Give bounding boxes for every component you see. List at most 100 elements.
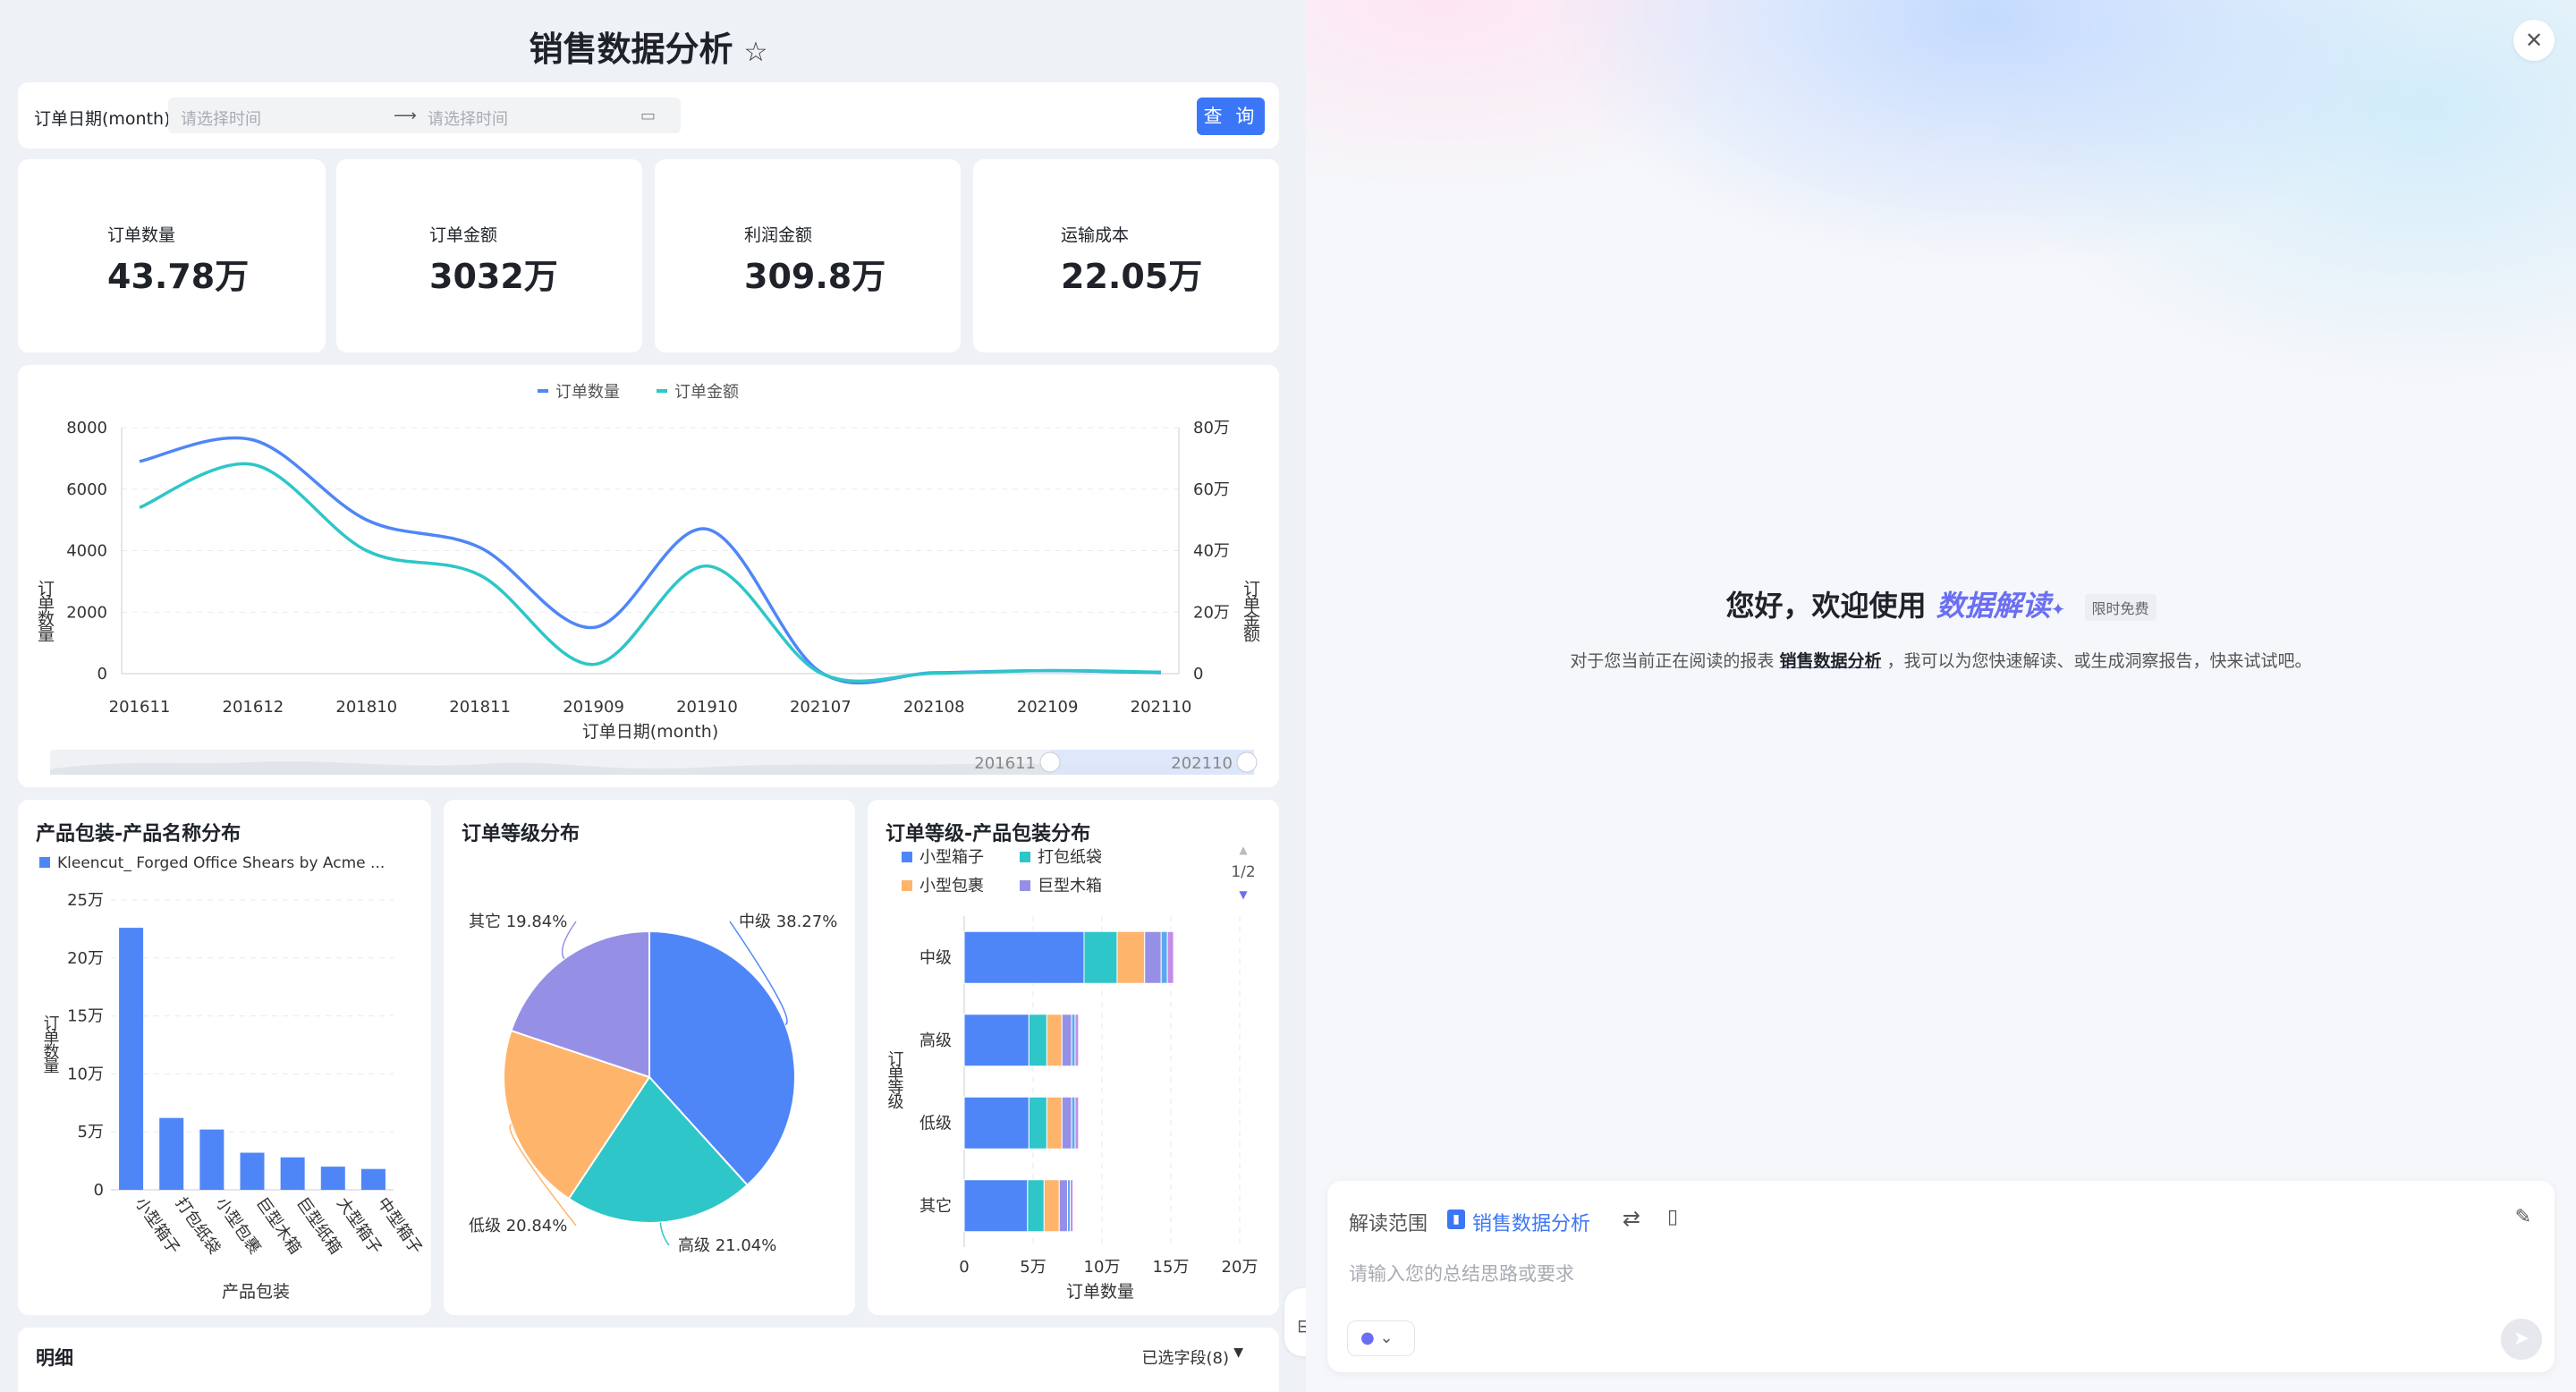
prompt-box: 解读范围 ▮ 销售数据分析 ⇄ ▯ ✎ 请输入您的总结思路或要求 ● ⌄ ➤ <box>1327 1181 2555 1372</box>
legend-label: 打包纸袋 <box>1038 848 1102 867</box>
assistant-panel: ✕ 您好，欢迎使用 数据解读✦ 限时免费 对于您当前正在阅读的报表 销售数据分析… <box>1306 0 2576 1392</box>
slider-handle-start <box>1039 751 1061 773</box>
y-tick: 0 <box>94 1181 104 1200</box>
stacked-bar-chart: 小型箱子 打包纸袋小型包裹 巨型木箱 1/2 ▲ ▼ 中级高级低级其它 0 5万 10万… <box>886 844 1258 1302</box>
x-tick: 201612 <box>223 698 284 717</box>
send-icon[interactable]: ➤ <box>2501 1319 2542 1360</box>
legend-swatch <box>1020 880 1030 891</box>
switch-icon[interactable]: ⇄ <box>1623 1206 1640 1231</box>
stacked-bar-segment <box>1160 930 1168 984</box>
pager-down-icon[interactable]: ▼ <box>1239 888 1248 901</box>
slider-handle-end <box>1236 751 1258 773</box>
stacked-bar-segment <box>1058 1179 1068 1233</box>
x-tick: 0 <box>959 1258 969 1277</box>
zoom-slider[interactable]: 201611 202110 <box>50 750 1258 775</box>
y-left-tick: 6000 <box>66 480 107 499</box>
y-right-tick: 80万 <box>1193 419 1230 437</box>
x-tick: 15万 <box>1153 1258 1190 1277</box>
y-left-tick: 2000 <box>66 603 107 622</box>
kpi-value: 3032万 <box>429 257 558 296</box>
kpi-label: 订单金额 <box>429 225 498 245</box>
y-tick: 其它 <box>919 1197 952 1216</box>
stacked-bar-segment <box>1027 1179 1045 1233</box>
model-selector[interactable]: ● ⌄ <box>1347 1320 1415 1356</box>
stacked-x-axis-label: 订单数量 <box>1066 1282 1134 1302</box>
pie-label: 中级 38.27% <box>739 912 837 931</box>
bar <box>199 1129 225 1190</box>
x-tick: 201909 <box>563 698 624 717</box>
legend-swatch <box>1020 852 1030 862</box>
prompt-input[interactable]: 请输入您的总结思路或要求 <box>1349 1260 1574 1286</box>
stacked-bar-segment <box>963 1179 1029 1233</box>
stacked-y-axis-label: 订单等级 <box>886 1050 904 1109</box>
stacked-bar-segment <box>1061 1014 1072 1067</box>
legend-order-count: 订单数量 <box>555 383 620 402</box>
y-left-axis-label: 订单数量 <box>35 580 55 642</box>
stacked-bar-segment <box>1070 1179 1074 1233</box>
x-tick: 5万 <box>1020 1258 1046 1277</box>
pie-label: 低级 20.84% <box>469 1217 567 1235</box>
x-tick: 20万 <box>1222 1258 1258 1277</box>
line-legend[interactable]: 订单数量 订单金额 <box>538 383 739 402</box>
legend-label: 小型包裹 <box>919 877 984 895</box>
bar <box>360 1168 386 1190</box>
y-left-tick: 4000 <box>66 542 107 561</box>
kpi-card-shipping-cost: 运输成本 22.05万 <box>973 159 1279 352</box>
stacked-bar-segment <box>1028 1096 1047 1150</box>
y-tick: 高级 <box>919 1031 952 1050</box>
query-button[interactable]: 查 询 <box>1197 98 1265 135</box>
brand-name: 数据解读 <box>1936 589 2051 623</box>
stacked-bar-segment <box>1074 1014 1080 1067</box>
stacked-bar-segment <box>1071 1096 1076 1150</box>
edit-icon[interactable]: ✎ <box>2515 1206 2531 1228</box>
dashboard-panel: 销售数据分析 ☆ 订单日期(month) 请选择时间 ⟶ 请选择时间 ▭ 查 询 … <box>0 0 1320 1392</box>
end-date-input[interactable]: 请选择时间 <box>428 106 508 130</box>
x-tick: 202109 <box>1017 698 1079 717</box>
stacked-bar-segment <box>1074 1096 1080 1150</box>
legend-pager: 1/2 <box>1231 863 1255 881</box>
pager-up-icon: ▲ <box>1239 844 1248 856</box>
y-tick: 低级 <box>919 1114 952 1133</box>
y-tick: 25万 <box>67 891 104 910</box>
bar-x-axis-label: 产品包装 <box>222 1282 290 1302</box>
calendar-icon[interactable]: ▭ <box>640 106 656 125</box>
bar-chart-card: 产品包装-产品名称分布 Kleencut_ Forged Office Shea… <box>18 800 431 1315</box>
series-line-order-count <box>139 436 1162 685</box>
stacked-bar-card: 订单等级-产品包装分布 小型箱子 打包纸袋 小型包裹 巨型木箱 1/2 ▲ ▼ 中级高… <box>868 800 1279 1315</box>
kpi-label: 利润金额 <box>744 225 813 245</box>
date-range-picker[interactable]: 请选择时间 ⟶ 请选择时间 ▭ <box>168 98 681 133</box>
slider-end-label: 202110 <box>1171 754 1233 773</box>
model-icon: ● <box>1360 1328 1375 1347</box>
welcome-description: 对于您当前正在阅读的报表 销售数据分析 ，我可以为您快速解读、或生成洞察报告，快… <box>1306 648 2576 672</box>
bar <box>159 1117 184 1190</box>
page-title: 销售数据分析 ☆ <box>0 21 1297 71</box>
desc-report-link[interactable]: 销售数据分析 <box>1779 651 1881 671</box>
page-title-text: 销售数据分析 <box>529 30 733 69</box>
scope-report[interactable]: 销售数据分析 <box>1472 1208 1590 1236</box>
filter-label: 订单日期(month) <box>34 109 171 129</box>
bar <box>320 1167 345 1190</box>
stacked-bar-segment <box>1046 1014 1063 1067</box>
caret-down-icon[interactable]: ▼ <box>1233 1345 1243 1360</box>
y-right-tick: 60万 <box>1193 480 1230 499</box>
y-tick: 15万 <box>67 1007 104 1026</box>
legend-swatch <box>902 880 912 891</box>
legend-label: 巨型木箱 <box>1038 877 1102 895</box>
fields-selector[interactable]: 已选字段(8) <box>1142 1345 1230 1369</box>
star-outline-icon[interactable]: ☆ <box>744 37 768 68</box>
bar <box>280 1157 305 1190</box>
close-icon[interactable]: ✕ <box>2513 20 2555 61</box>
line-chart: 订单数量 订单金额 8000 6000 4000 2000 0 80万 60万 40万 20万… <box>35 383 1260 775</box>
bar-y-axis-label: 订单数量 <box>41 1014 60 1074</box>
y-right-tick: 20万 <box>1193 603 1230 622</box>
detail-card: 明细 已选字段(8) ▼ <box>18 1328 1279 1392</box>
legend-label: 小型箱子 <box>919 848 984 867</box>
book-icon[interactable]: ▯ <box>1667 1206 1678 1228</box>
stacked-bar-segment <box>1071 1014 1076 1067</box>
start-date-input[interactable]: 请选择时间 <box>181 106 261 130</box>
x-tick: 201811 <box>449 698 511 717</box>
pie-chart: 中级 38.27% 高级 21.04% 低级 20.84% 其它 19.84% <box>469 912 837 1255</box>
kpi-value: 22.05万 <box>1061 257 1203 296</box>
y-left-tick: 0 <box>97 665 107 683</box>
stacked-bar-segment <box>1061 1096 1072 1150</box>
